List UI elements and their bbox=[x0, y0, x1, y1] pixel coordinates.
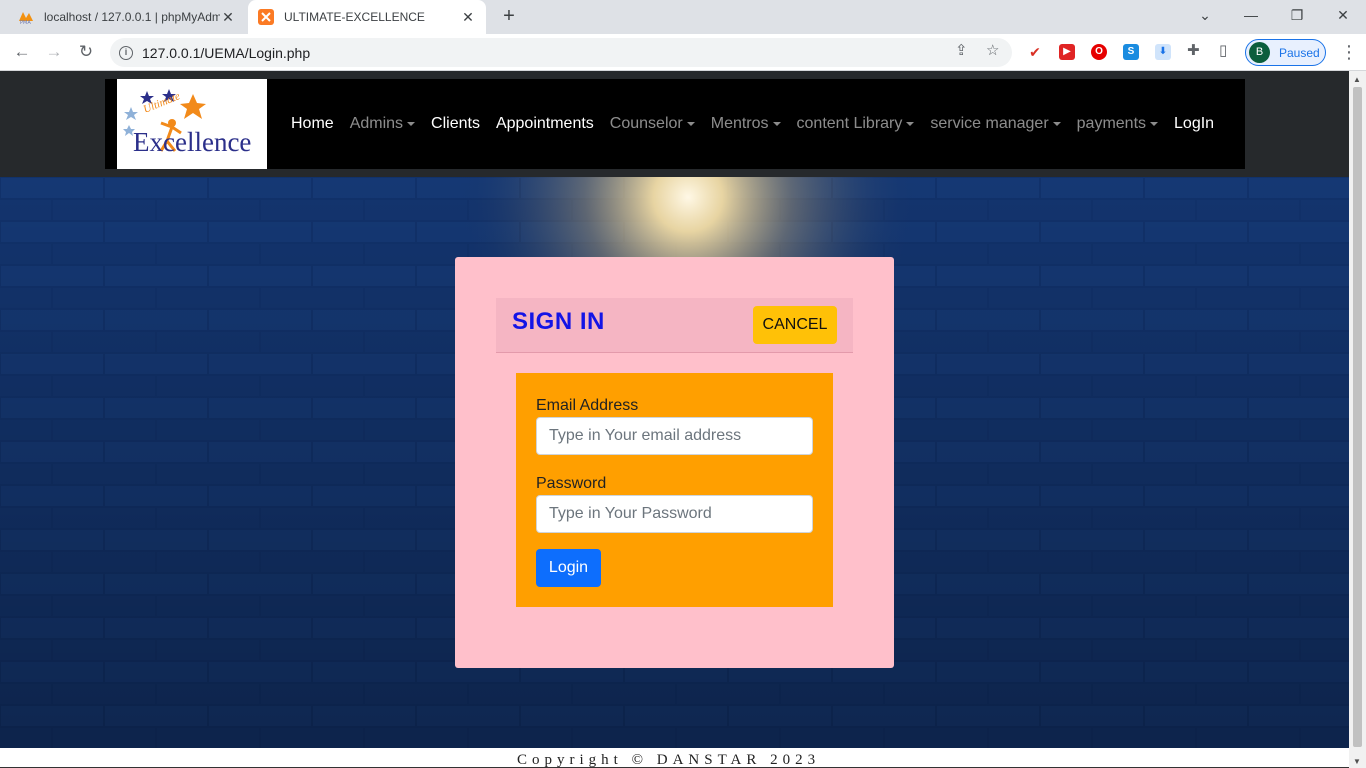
forward-icon[interactable]: → bbox=[42, 40, 66, 64]
nav-mentros-dropdown[interactable]: Mentros bbox=[711, 115, 781, 133]
url-text: 127.0.0.1/UEMA/Login.php bbox=[142, 44, 311, 61]
back-icon[interactable]: ← bbox=[10, 40, 34, 64]
nav-payments-label: payments bbox=[1076, 115, 1147, 132]
site-header: Ultimate Excellence Home Admins Clients … bbox=[0, 71, 1349, 177]
close-icon[interactable]: ✕ bbox=[460, 9, 476, 26]
avatar: B bbox=[1249, 42, 1270, 63]
scrollbar-thumb[interactable] bbox=[1353, 87, 1362, 747]
address-bar[interactable]: i 127.0.0.1/UEMA/Login.php bbox=[110, 38, 1012, 67]
skype-extension-icon[interactable]: S bbox=[1123, 44, 1139, 60]
download-extension-icon[interactable]: ⬇ bbox=[1155, 44, 1171, 60]
extensions-puzzle-icon[interactable]: ✚ bbox=[1187, 41, 1200, 59]
svg-text:PMA: PMA bbox=[20, 20, 31, 25]
browser-menu-icon[interactable]: ⋮ bbox=[1340, 43, 1358, 61]
opera-extension-icon[interactable]: O bbox=[1091, 44, 1107, 60]
cancel-button[interactable]: CANCEL bbox=[753, 306, 837, 344]
media-extension-icon[interactable]: ▶ bbox=[1059, 44, 1075, 60]
xampp-icon bbox=[258, 9, 274, 25]
nav-admins-label: Admins bbox=[349, 115, 404, 132]
close-window-icon[interactable]: ✕ bbox=[1320, 0, 1366, 30]
new-tab-icon[interactable]: + bbox=[498, 6, 520, 28]
caret-down-icon bbox=[906, 121, 915, 126]
caret-down-icon bbox=[407, 121, 416, 126]
nav-content-library-dropdown[interactable]: content Library bbox=[797, 115, 915, 133]
scroll-down-icon[interactable]: ▼ bbox=[1353, 757, 1361, 766]
sign-in-title: SIGN IN bbox=[512, 308, 605, 335]
nav-mentros-label: Mentros bbox=[710, 115, 769, 132]
profile-status: Paused bbox=[1279, 45, 1320, 60]
login-form: Email Address Password Login bbox=[516, 373, 833, 607]
brick-wall-background: SIGN IN CANCEL Email Address Password Lo… bbox=[0, 177, 1349, 748]
footer: Copyright © DANSTAR 2023 bbox=[0, 748, 1349, 768]
page-scrollbar[interactable]: ▲ ▼ bbox=[1349, 71, 1366, 768]
caret-down-icon bbox=[686, 121, 695, 126]
email-field[interactable] bbox=[536, 417, 813, 455]
profile-button[interactable]: B Paused bbox=[1245, 39, 1326, 66]
tab-title: ULTIMATE-EXCELLENCE bbox=[284, 10, 425, 24]
todo-extension-icon[interactable]: ✔ bbox=[1027, 44, 1043, 60]
nav-counselor-dropdown[interactable]: Counselor bbox=[610, 115, 695, 133]
bookmark-star-icon[interactable]: ☆ bbox=[986, 41, 999, 59]
nav-home[interactable]: Home bbox=[291, 115, 334, 133]
browser-tab-bar: PMA localhost / 127.0.0.1 | phpMyAdmin ✕… bbox=[0, 0, 1366, 34]
side-panel-icon[interactable]: ▯ bbox=[1219, 41, 1227, 59]
svg-text:Excellence: Excellence bbox=[133, 127, 251, 157]
sign-in-header: SIGN IN CANCEL bbox=[496, 298, 853, 353]
navbar: Ultimate Excellence Home Admins Clients … bbox=[105, 79, 1245, 169]
ultimate-excellence-logo: Ultimate Excellence bbox=[123, 89, 251, 157]
tab-title: localhost / 127.0.0.1 | phpMyAdmin bbox=[44, 10, 220, 24]
site-info-icon[interactable]: i bbox=[119, 45, 133, 60]
minimize-icon[interactable]: — bbox=[1228, 0, 1274, 30]
copyright-text: Copyright © DANSTAR 2023 bbox=[517, 752, 821, 768]
web-page: Ultimate Excellence Home Admins Clients … bbox=[0, 71, 1349, 768]
nav-service-manager-dropdown[interactable]: service manager bbox=[930, 115, 1061, 133]
nav-login[interactable]: LogIn bbox=[1174, 115, 1214, 133]
tab-phpmyadmin[interactable]: PMA localhost / 127.0.0.1 | phpMyAdmin ✕ bbox=[8, 0, 246, 34]
nav-service-manager-label: service manager bbox=[930, 115, 1049, 132]
nav-counselor-label: Counselor bbox=[609, 115, 683, 132]
close-icon[interactable]: ✕ bbox=[220, 9, 236, 26]
nav-appointments[interactable]: Appointments bbox=[496, 115, 594, 133]
nav-payments-dropdown[interactable]: payments bbox=[1076, 115, 1159, 133]
sign-in-card: SIGN IN CANCEL Email Address Password Lo… bbox=[455, 257, 894, 668]
tab-ultimate-excellence[interactable]: ULTIMATE-EXCELLENCE ✕ bbox=[248, 0, 486, 34]
browser-toolbar: ← → ↻ i 127.0.0.1/UEMA/Login.php ⇪ ☆ ✔ ▶… bbox=[0, 34, 1366, 71]
reload-icon[interactable]: ↻ bbox=[74, 40, 98, 64]
phpmyadmin-icon: PMA bbox=[19, 12, 33, 25]
restore-icon[interactable]: ❐ bbox=[1274, 0, 1320, 30]
caret-down-icon bbox=[1052, 121, 1061, 126]
password-label: Password bbox=[536, 475, 607, 492]
nav-menu: Home Admins Clients Appointments Counsel… bbox=[291, 79, 1230, 169]
caret-down-icon bbox=[772, 121, 781, 126]
nav-clients[interactable]: Clients bbox=[431, 115, 480, 133]
scroll-up-icon[interactable]: ▲ bbox=[1353, 75, 1361, 84]
nav-admins-dropdown[interactable]: Admins bbox=[349, 115, 416, 133]
login-button[interactable]: Login bbox=[536, 549, 601, 587]
caret-down-icon bbox=[1150, 121, 1159, 126]
password-field[interactable] bbox=[536, 495, 813, 533]
email-label: Email Address bbox=[536, 397, 639, 414]
brand-logo[interactable]: Ultimate Excellence bbox=[117, 79, 267, 169]
share-icon[interactable]: ⇪ bbox=[955, 41, 968, 59]
nav-content-library-label: content Library bbox=[796, 115, 903, 132]
tab-search-icon[interactable]: ⌄ bbox=[1182, 0, 1228, 30]
